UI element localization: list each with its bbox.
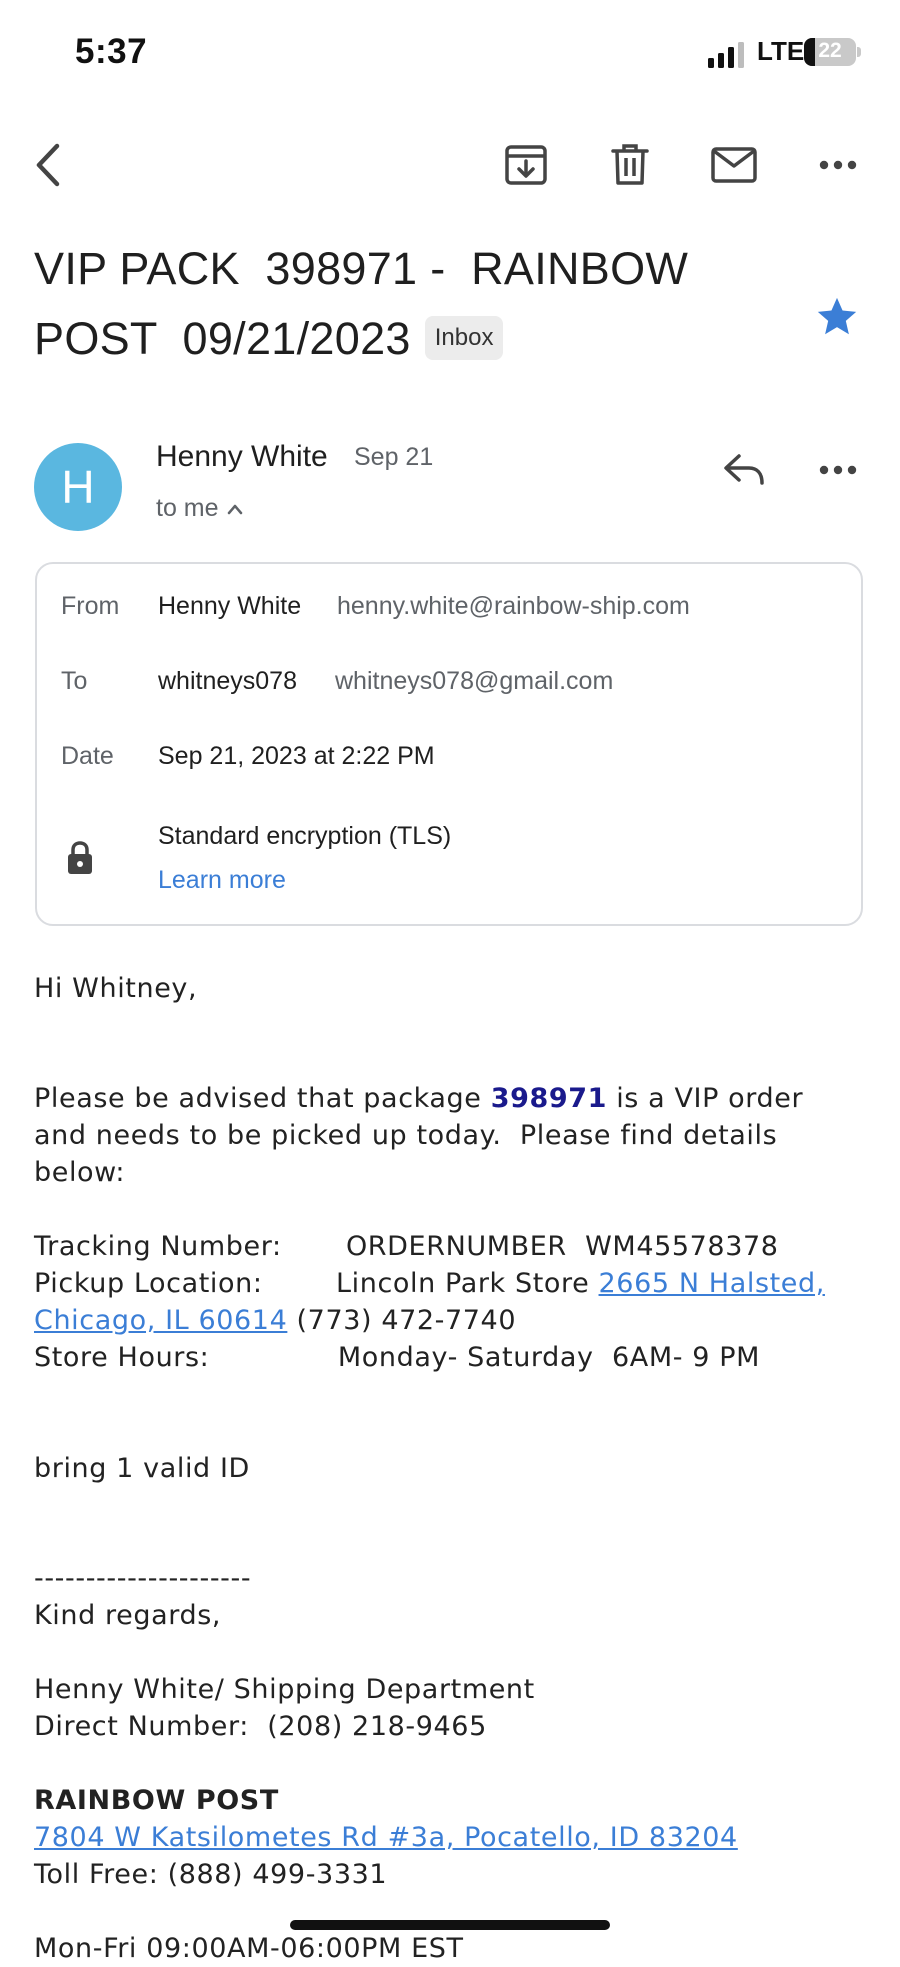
date-value: Sep 21, 2023 at 2:22 PM (158, 742, 435, 770)
subject-line-1: VIP PACK 398971 - RAINBOW (34, 243, 689, 294)
delete-button[interactable] (602, 137, 658, 193)
from-email[interactable]: henny.white@rainbow-ship.com (337, 592, 690, 621)
body-advice-line-2: and needs to be picked up today. Please … (34, 1120, 778, 1151)
pickup-address-link[interactable]: 2665 N Halsted, (599, 1268, 825, 1299)
mail-icon (711, 147, 757, 183)
direct-number: Direct Number: (208) 218-9465 (34, 1711, 487, 1742)
battery-icon: 22 (804, 38, 856, 66)
reply-icon (724, 454, 764, 485)
body-advice-line-1: Please be advised that package 398971 is… (34, 1080, 803, 1117)
star-icon[interactable] (814, 294, 860, 340)
tracking-number-line: Tracking Number: ORDERNUMBER WM45578378 (34, 1231, 779, 1262)
from-name: Henny White (158, 592, 302, 620)
home-indicator[interactable] (290, 1920, 610, 1930)
chevron-up-icon (227, 504, 242, 514)
subject-line-2: POST 09/21/2023 (34, 313, 411, 364)
body-greeting: Hi Whitney, (34, 973, 198, 1004)
more-horizontal-icon (819, 160, 857, 170)
learn-more-link[interactable]: Learn more (158, 866, 286, 895)
trash-icon (611, 144, 649, 185)
message-details-panel: From Henny White henny.white@rainbow-shi… (35, 562, 863, 926)
business-hours: Mon-Fri 09:00AM-06:00PM EST (34, 1933, 464, 1964)
recipient-summary: to me (156, 494, 219, 522)
company-name: RAINBOW POST (34, 1785, 279, 1816)
store-hours-line: Store Hours: Monday- Saturday 6AM- 9 PM (34, 1342, 760, 1373)
lock-icon (68, 841, 92, 874)
to-email[interactable]: whitneys078@gmail.com (335, 667, 613, 696)
sign-off: Kind regards, (34, 1600, 222, 1631)
more-horizontal-icon (819, 465, 857, 475)
pickup-location-line: Pickup Location: Lincoln Park Store 2665… (34, 1265, 825, 1302)
advice-pre: Please be advised that package (34, 1083, 491, 1114)
status-time: 5:37 (75, 32, 148, 71)
reply-button[interactable] (716, 442, 772, 498)
toll-free-number: Toll Free: (888) 499-3331 (34, 1859, 388, 1890)
message-more-button[interactable] (810, 442, 866, 498)
pickup-address-link-cont[interactable]: Chicago, IL 60614 (34, 1305, 287, 1336)
email-subject: VIP PACK 398971 - RAINBOW POST 09/21/202… (34, 234, 794, 374)
encryption-status: Standard encryption (TLS) (158, 822, 452, 850)
pickup-location-line-2: Chicago, IL 60614 (773) 472-7740 (34, 1302, 516, 1339)
pickup-pre: Pickup Location: Lincoln Park Store (34, 1268, 599, 1299)
more-options-button[interactable] (810, 137, 866, 193)
pickup-phone: (773) 472-7740 (287, 1305, 517, 1336)
signature-separator: --------------------- (34, 1563, 252, 1594)
message-date: Sep 21 (354, 443, 434, 471)
back-button[interactable] (20, 137, 76, 193)
company-address-link[interactable]: 7804 W Katsilometes Rd #3a, Pocatello, I… (34, 1822, 738, 1853)
advice-post: is a VIP order (607, 1083, 804, 1114)
network-type: LTE (757, 36, 805, 66)
sender-avatar[interactable]: H (34, 443, 122, 531)
to-label: To (61, 667, 88, 695)
company-address-line: 7804 W Katsilometes Rd #3a, Pocatello, I… (34, 1819, 738, 1856)
signature-name: Henny White/ Shipping Department (34, 1674, 535, 1705)
to-name: whitneys078 (158, 667, 297, 695)
package-number: 398971 (490, 1083, 608, 1114)
recipient-summary-toggle[interactable]: to me (156, 494, 243, 523)
id-note: bring 1 valid ID (34, 1453, 250, 1484)
inbox-label-chip[interactable]: Inbox (424, 316, 504, 361)
from-label: From (61, 592, 120, 620)
chevron-left-icon (36, 143, 60, 187)
body-advice-line-3: below: (34, 1157, 126, 1188)
battery-cap (857, 47, 861, 57)
battery-percent: 22 (818, 39, 842, 62)
archive-icon (505, 145, 547, 185)
sender-name: Henny White (156, 440, 328, 473)
mark-unread-button[interactable] (706, 137, 762, 193)
archive-button[interactable] (498, 137, 554, 193)
cellular-signal-icon (708, 42, 744, 68)
date-label: Date (61, 742, 114, 770)
